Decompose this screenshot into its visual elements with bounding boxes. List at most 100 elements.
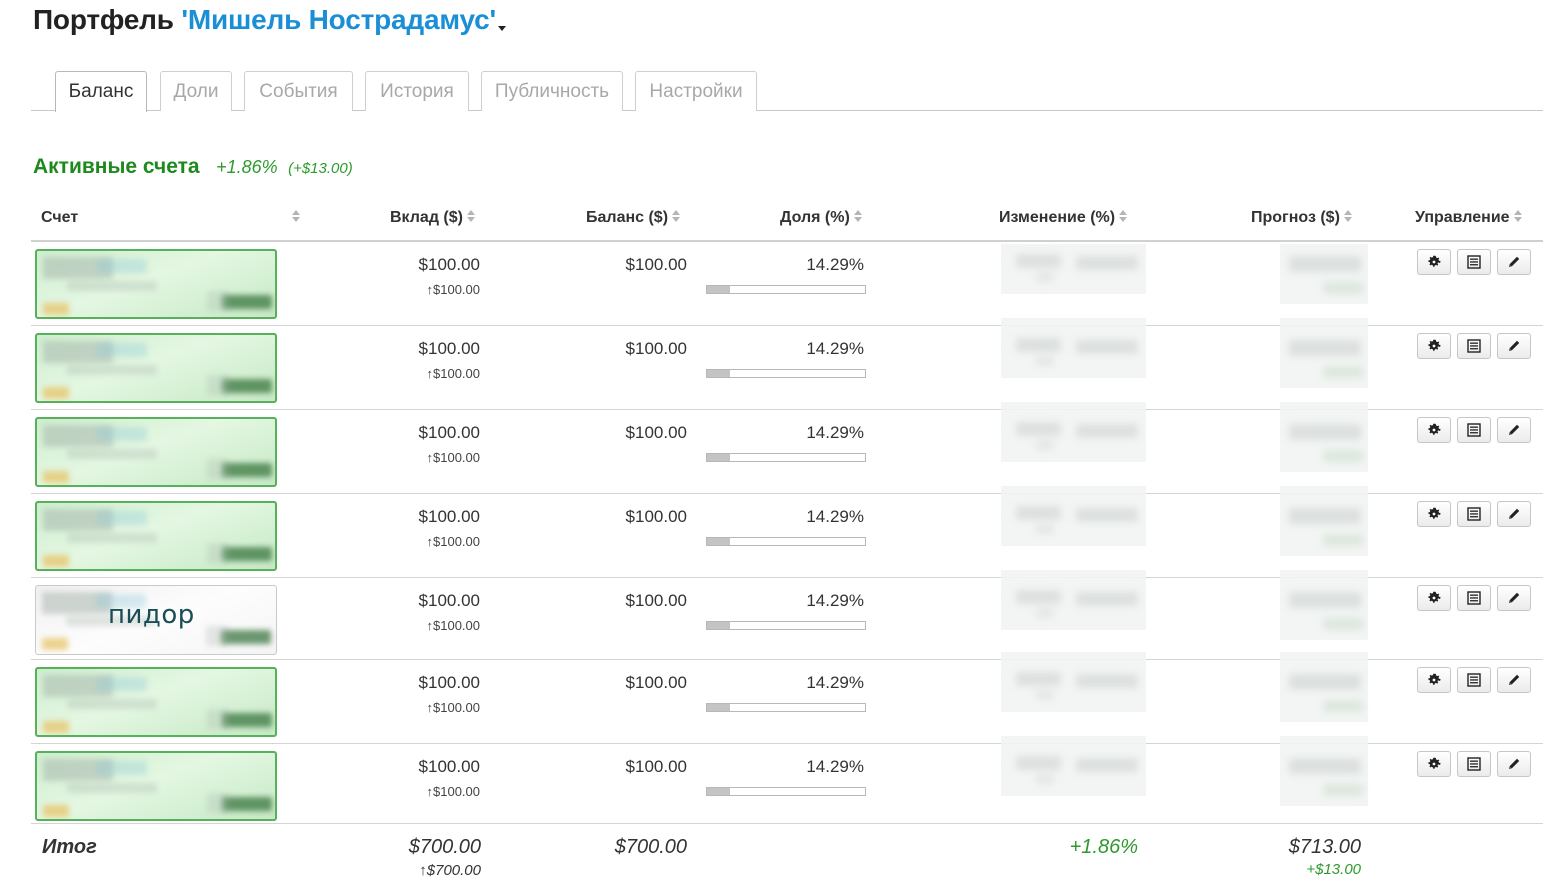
sort-icon[interactable] [672,210,681,223]
column-header-account[interactable]: Счет [41,209,78,227]
account-history-button[interactable] [1457,249,1491,275]
caret-down-icon[interactable] [497,26,506,31]
account-edit-button[interactable] [1497,333,1531,359]
balance-value: $100.00 [625,673,687,692]
share-progress-bar [706,285,866,294]
share-value: 14.29% [806,673,864,692]
column-header-deposit[interactable]: Вклад ($) [390,209,475,227]
sort-icon[interactable] [1343,210,1352,223]
deposit-value: $100.00 [418,255,480,274]
totals-deposit-sub: ↑$700.00 [419,862,481,879]
share-progress-bar [706,453,866,462]
share-value: 14.29% [806,591,864,610]
account-edit-button[interactable] [1497,501,1531,527]
tab-history[interactable]: История [365,71,469,111]
tab-shares[interactable]: Доли [160,71,232,111]
sort-icon[interactable] [466,210,475,223]
share-progress-bar [706,537,866,546]
table-row: $100.00 ↑$100.00 $100.00 14.29% [31,652,1543,744]
account-card[interactable] [35,501,277,571]
sort-icon[interactable] [292,210,300,223]
account-settings-button[interactable] [1417,333,1451,359]
tab-settings[interactable]: Настройки [635,71,757,111]
deposit-sub-value: ↑$100.00 [426,700,481,715]
account-edit-button[interactable] [1497,249,1531,275]
gear-icon [1427,339,1441,353]
section-change-amount: (+$13.00) [288,160,353,177]
deposit-value: $100.00 [418,507,480,526]
list-icon [1467,507,1481,521]
account-settings-button[interactable] [1417,501,1451,527]
account-card[interactable] [35,249,277,319]
table-row: $100.00 ↑$100.00 $100.00 14.29% [31,402,1543,494]
account-edit-button[interactable] [1497,585,1531,611]
account-card[interactable] [35,667,277,737]
section-change-percent: +1.86% [216,157,278,177]
balance-value: $100.00 [625,507,687,526]
pencil-icon [1507,423,1521,437]
sort-icon[interactable] [1119,210,1128,223]
deposit-sub-value: ↑$100.00 [426,366,481,381]
account-card[interactable] [35,417,277,487]
account-settings-button[interactable] [1417,249,1451,275]
list-icon [1467,673,1481,687]
sort-icon[interactable] [1513,210,1522,223]
totals-deposit: $700.00 [408,836,481,858]
column-header-change[interactable]: Изменение (%) [999,209,1128,227]
account-history-button[interactable] [1457,333,1491,359]
account-settings-button[interactable] [1417,667,1451,693]
deposit-sub-value: ↑$100.00 [426,282,481,297]
deposit-value: $100.00 [418,591,480,610]
list-icon [1467,255,1481,269]
totals-forecast: $713.00 [1288,836,1361,858]
pencil-icon [1507,591,1521,605]
share-value: 14.29% [806,423,864,442]
account-history-button[interactable] [1457,501,1491,527]
share-progress-bar [706,787,866,796]
gear-icon [1427,255,1441,269]
sort-icon[interactable] [853,210,862,223]
share-progress-bar [706,621,866,630]
account-history-button[interactable] [1457,417,1491,443]
active-accounts-header: Активные счета +1.86% (+$13.00) [33,155,353,179]
account-edit-button[interactable] [1497,751,1531,777]
balance-value: $100.00 [625,423,687,442]
deposit-sub-value: ↑$100.00 [426,534,481,549]
account-label: пидор [108,600,195,630]
tab-balance[interactable]: Баланс [55,71,147,112]
share-value: 14.29% [806,757,864,776]
balance-value: $100.00 [625,339,687,358]
balance-value: $100.00 [625,591,687,610]
account-settings-button[interactable] [1417,585,1451,611]
list-icon [1467,757,1481,771]
tab-bar: Баланс Доли События История Публичность Настр… [31,70,1543,112]
gear-icon [1427,757,1441,771]
column-sort-account[interactable] [288,209,300,227]
account-history-button[interactable] [1457,585,1491,611]
portfolio-name-dropdown[interactable]: 'Мишель Нострадамус' [181,4,496,35]
account-card[interactable]: пидор [35,585,277,655]
account-settings-button[interactable] [1417,417,1451,443]
pencil-icon [1507,255,1521,269]
totals-forecast-sub: +$13.00 [1306,861,1361,878]
tab-publicity[interactable]: Публичность [481,71,623,111]
pencil-icon [1507,757,1521,771]
account-edit-button[interactable] [1497,667,1531,693]
account-card[interactable] [35,333,277,403]
column-header-share[interactable]: Доля (%) [780,209,862,227]
column-header-manage[interactable]: Управление [1415,209,1522,227]
account-card[interactable] [35,751,277,821]
deposit-value: $100.00 [418,757,480,776]
column-header-forecast[interactable]: Прогноз ($) [1251,209,1352,227]
totals-label: Итог [42,836,97,858]
share-progress-bar [706,703,866,712]
share-value: 14.29% [806,339,864,358]
table-row: $100.00 ↑$100.00 $100.00 14.29% [31,486,1543,578]
column-header-balance[interactable]: Баланс ($) [586,209,681,227]
account-history-button[interactable] [1457,667,1491,693]
account-edit-button[interactable] [1497,417,1531,443]
tab-events[interactable]: События [244,71,353,111]
account-settings-button[interactable] [1417,751,1451,777]
account-history-button[interactable] [1457,751,1491,777]
gear-icon [1427,423,1441,437]
